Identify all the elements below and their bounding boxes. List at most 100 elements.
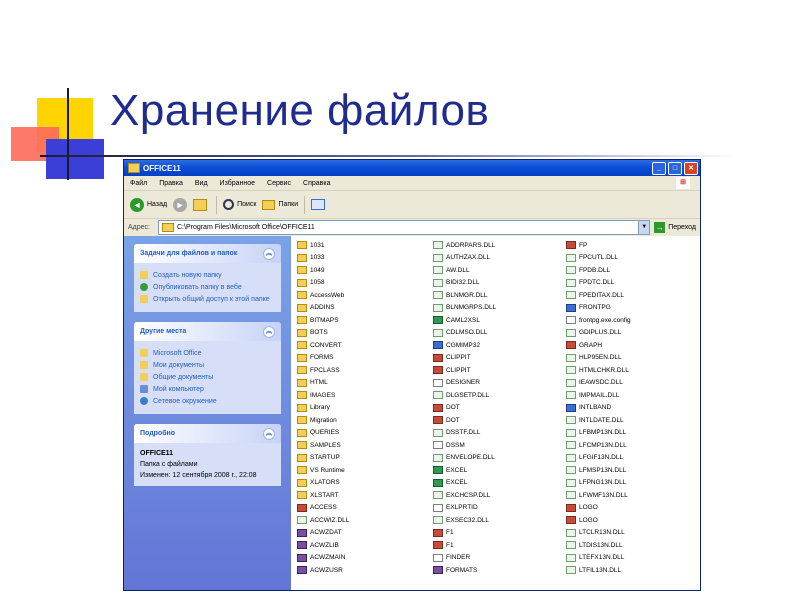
place-shared-documents[interactable]: Общие документы — [140, 373, 275, 382]
file-item[interactable]: DOT — [433, 414, 566, 427]
file-item[interactable]: ACWZDAT — [297, 527, 433, 540]
file-item[interactable]: ACWZMAIN — [297, 552, 433, 565]
file-item[interactable]: CLIPPIT — [433, 364, 566, 377]
collapse-icon[interactable]: ︽ — [263, 325, 275, 338]
file-item[interactable]: 1031 — [297, 239, 433, 252]
menu-file[interactable]: Файл — [130, 180, 147, 187]
maximize-button[interactable]: □ — [668, 161, 682, 175]
file-item[interactable]: 1049 — [297, 264, 433, 277]
search-button[interactable]: Поиск — [223, 199, 256, 210]
file-item[interactable]: 1058 — [297, 277, 433, 290]
file-item[interactable]: IMAGES — [297, 389, 433, 402]
file-item[interactable]: BLNMGR.DLL — [433, 289, 566, 302]
file-item[interactable]: BLNMGRPS.DLL — [433, 302, 566, 315]
file-item[interactable]: IMPMAIL.DLL — [566, 389, 700, 402]
chevron-down-icon[interactable]: ▼ — [638, 221, 650, 234]
file-item[interactable]: frontpg.exe.config — [566, 314, 700, 327]
file-item[interactable]: DSSTF.DLL — [433, 427, 566, 440]
place-my-computer[interactable]: Мой компьютер — [140, 385, 275, 394]
menu-edit[interactable]: Правка — [159, 180, 183, 187]
file-item[interactable]: BOTS — [297, 327, 433, 340]
file-item[interactable]: Library — [297, 402, 433, 415]
collapse-icon[interactable]: ︽ — [263, 427, 275, 440]
file-item[interactable]: ACWZLIB — [297, 539, 433, 552]
place-my-documents[interactable]: Мои документы — [140, 361, 275, 370]
file-item[interactable]: LOGO — [566, 514, 700, 527]
file-item[interactable]: FP — [566, 239, 700, 252]
forward-button[interactable]: ► — [173, 197, 188, 212]
file-item[interactable]: FORMATS — [433, 564, 566, 577]
file-item[interactable]: FRONTPG — [566, 302, 700, 315]
up-folder-button[interactable] — [193, 198, 210, 211]
file-item[interactable]: XLATORS — [297, 477, 433, 490]
file-item[interactable]: LTDIS13N.DLL — [566, 539, 700, 552]
file-item[interactable]: CAML2XSL — [433, 314, 566, 327]
file-item[interactable]: DESIGNER — [433, 377, 566, 390]
views-button[interactable] — [311, 199, 326, 210]
task-publish-web[interactable]: Опубликовать папку в вебе — [140, 283, 275, 292]
address-input[interactable]: C:\Program Files\Microsoft Office\OFFICE… — [158, 220, 651, 235]
file-item[interactable]: ACWZUSR — [297, 564, 433, 577]
file-item[interactable]: LFPNG13N.DLL — [566, 477, 700, 490]
file-item[interactable]: LTCLR13N.DLL — [566, 527, 700, 540]
file-item[interactable]: LFMSP13N.DLL — [566, 464, 700, 477]
minimize-button[interactable]: _ — [652, 161, 666, 175]
file-item[interactable]: ACCWIZ.DLL — [297, 514, 433, 527]
file-item[interactable]: LFCMP13N.DLL — [566, 439, 700, 452]
file-item[interactable]: 1033 — [297, 252, 433, 265]
file-item[interactable]: IEAWSDC.DLL — [566, 377, 700, 390]
file-item[interactable]: FINDER — [433, 552, 566, 565]
file-item[interactable]: Migration — [297, 414, 433, 427]
place-microsoft-office[interactable]: Microsoft Office — [140, 349, 275, 358]
file-item[interactable]: DLGSETP.DLL — [433, 389, 566, 402]
file-item[interactable]: F1 — [433, 539, 566, 552]
file-item[interactable]: EXCEL — [433, 464, 566, 477]
collapse-icon[interactable]: ︽ — [263, 247, 275, 260]
file-item[interactable]: STARTUP — [297, 452, 433, 465]
file-item[interactable]: FPDB.DLL — [566, 264, 700, 277]
menu-favorites[interactable]: Избранное — [220, 180, 255, 187]
tasks-panel-header[interactable]: Задачи для файлов и папок ︽ — [134, 244, 281, 263]
file-item[interactable]: HTMLCHKR.DLL — [566, 364, 700, 377]
file-item[interactable]: DOT — [433, 402, 566, 415]
file-item[interactable]: F1 — [433, 527, 566, 540]
file-item[interactable]: EXLPRTID — [433, 502, 566, 515]
file-item[interactable]: CDLMSO.DLL — [433, 327, 566, 340]
file-item[interactable]: FPCLASS — [297, 364, 433, 377]
file-item[interactable]: LFBMP13N.DLL — [566, 427, 700, 440]
file-item[interactable]: CLIPPIT — [433, 352, 566, 365]
folders-button[interactable]: Папки — [262, 199, 298, 210]
file-item[interactable]: CONVERT — [297, 339, 433, 352]
file-item[interactable]: XLSTART — [297, 489, 433, 502]
menu-help[interactable]: Справка — [303, 180, 330, 187]
file-item[interactable]: QUERIES — [297, 427, 433, 440]
task-new-folder[interactable]: Создать новую папку — [140, 271, 275, 280]
file-item[interactable]: AW.DLL — [433, 264, 566, 277]
menu-view[interactable]: Вид — [195, 180, 208, 187]
file-item[interactable]: HLP95EN.DLL — [566, 352, 700, 365]
file-item[interactable]: BITMAPS — [297, 314, 433, 327]
file-item[interactable]: BIDI32.DLL — [433, 277, 566, 290]
place-network[interactable]: Сетевое окружение — [140, 397, 275, 406]
file-item[interactable]: EXCHCSP.DLL — [433, 489, 566, 502]
file-item[interactable]: HTML — [297, 377, 433, 390]
file-item[interactable]: SAMPLES — [297, 439, 433, 452]
file-item[interactable]: EXCEL — [433, 477, 566, 490]
file-item[interactable]: DSSM — [433, 439, 566, 452]
file-item[interactable]: LFWMF13N.DLL — [566, 489, 700, 502]
back-button[interactable]: ◄ Назад — [130, 197, 167, 212]
file-item[interactable]: ENVELOPE.DLL — [433, 452, 566, 465]
file-item[interactable]: LFGIF13N.DLL — [566, 452, 700, 465]
go-button[interactable]: → Переход — [654, 222, 696, 233]
file-item[interactable]: LTFIL13N.DLL — [566, 564, 700, 577]
places-panel-header[interactable]: Другие места ︽ — [134, 322, 281, 341]
file-item[interactable]: ADDINS — [297, 302, 433, 315]
file-item[interactable]: VS Runtime — [297, 464, 433, 477]
close-button[interactable]: ✕ — [684, 161, 698, 175]
file-item[interactable]: FPDTC.DLL — [566, 277, 700, 290]
file-item[interactable]: LTEFX13N.DLL — [566, 552, 700, 565]
file-item[interactable]: GDIPLUS.DLL — [566, 327, 700, 340]
file-item[interactable]: INTLBAND — [566, 402, 700, 415]
file-item[interactable]: LOGO — [566, 502, 700, 515]
window-titlebar[interactable]: OFFICE11 _ □ ✕ — [124, 160, 700, 176]
